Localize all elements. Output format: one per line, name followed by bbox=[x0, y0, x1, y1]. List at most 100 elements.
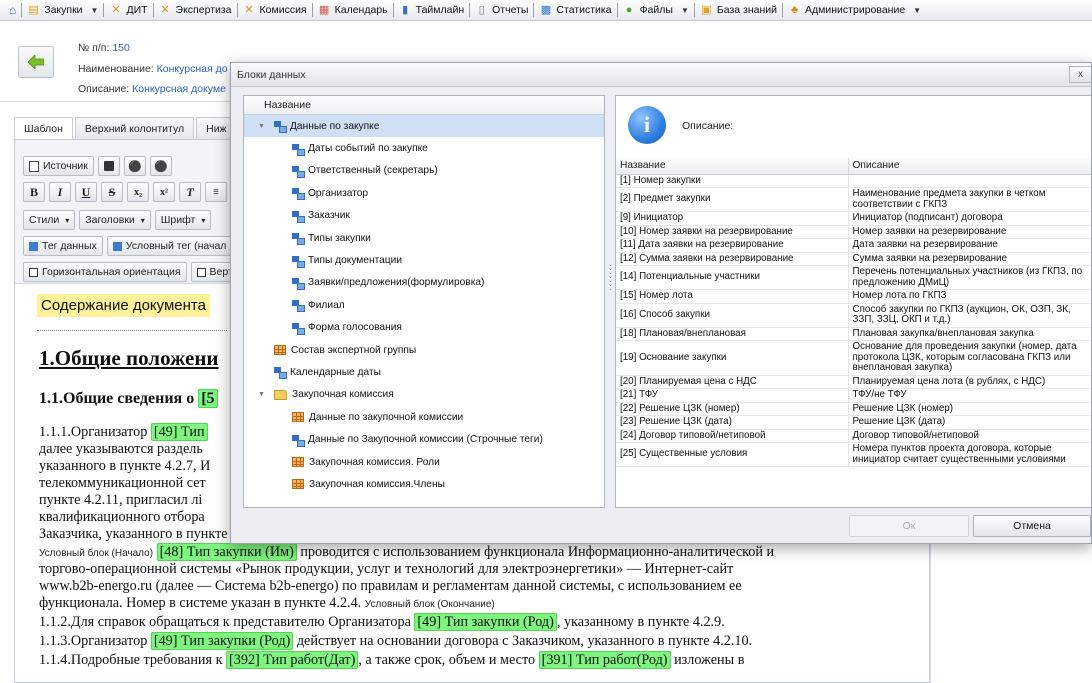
tree-node[interactable]: Закупочная комиссия.Члены bbox=[244, 473, 604, 495]
table-row[interactable]: [1] Номер закупки bbox=[616, 174, 1091, 188]
menu-item[interactable]: ▣ База знаний bbox=[695, 0, 782, 21]
data-tag[interactable]: [5 bbox=[198, 389, 218, 408]
menu-item[interactable]: ✕ Экспертиза bbox=[154, 0, 237, 21]
clear-format-button[interactable]: T bbox=[179, 182, 201, 202]
bold-button[interactable]: B bbox=[23, 182, 45, 202]
data-tag[interactable]: [49] Тип bbox=[150, 423, 208, 441]
table-row[interactable]: [14] Потенциальные участники Перечень пот… bbox=[616, 265, 1091, 290]
cancel-button[interactable]: Отмена bbox=[973, 515, 1091, 537]
tab-template[interactable]: Шаблон bbox=[14, 117, 73, 140]
close-button[interactable]: x bbox=[1069, 66, 1091, 83]
strike-button[interactable]: S bbox=[101, 182, 123, 202]
panel-splitter[interactable]: · · · · · · · bbox=[609, 261, 612, 303]
tree-column-header[interactable]: Название bbox=[244, 96, 604, 115]
menu-item[interactable]: ▯ Отчеты bbox=[470, 0, 533, 21]
tree-node[interactable]: Ответственный (секретарь) bbox=[244, 160, 604, 182]
remove-tag-button[interactable]: ⚫ bbox=[149, 156, 172, 176]
tree-node[interactable]: Типы закупки bbox=[244, 227, 604, 249]
table-row[interactable]: [10] Номер заявки на резервирование Номер… bbox=[616, 225, 1091, 239]
tag-icon bbox=[274, 121, 287, 134]
table-row[interactable]: [2] Предмет закупки Наименование предмета… bbox=[616, 187, 1091, 212]
back-button[interactable] bbox=[18, 46, 54, 78]
doc-banner: Содержание документа bbox=[37, 294, 210, 317]
data-tag[interactable]: [49] Тип закупки (Род) bbox=[150, 632, 294, 650]
tree-node[interactable]: ▼ Закупочная комиссия bbox=[244, 384, 604, 406]
tree-node-label: Заказчик bbox=[308, 210, 350, 222]
tree-node[interactable]: Календарные даты bbox=[244, 361, 604, 383]
table-row[interactable]: [24] Договор типовой/нетиповой Договор ти… bbox=[616, 429, 1091, 443]
expand-arrow-icon[interactable]: ▼ bbox=[258, 123, 265, 130]
tree-node[interactable]: Данные по закупочной комиссии bbox=[244, 406, 604, 428]
tree-node[interactable]: Организатор bbox=[244, 182, 604, 204]
source-button[interactable]: Источник bbox=[23, 156, 94, 176]
table-row[interactable]: [15] Номер лота Номер лота по ГКПЗ bbox=[616, 289, 1091, 304]
expand-arrow-icon[interactable]: ▼ bbox=[258, 391, 265, 398]
conditional-tag-button[interactable]: Условный тег (начал bbox=[106, 236, 233, 256]
superscript-button[interactable]: x² bbox=[153, 182, 175, 202]
table-row[interactable]: [23] Решение ЦЗК (дата) Решение ЦЗК (дата… bbox=[616, 415, 1091, 430]
tree-node-label: Форма голосования bbox=[308, 322, 402, 334]
menu-item[interactable]: ♣ Администрирование ▼ bbox=[783, 0, 926, 21]
horizontal-orientation-button[interactable]: Горизонтальная ориентация bbox=[23, 262, 187, 282]
tree-node[interactable]: Даты событий по закупке bbox=[244, 137, 604, 159]
tree-node-label: Данные по закупке bbox=[290, 120, 380, 132]
table-row[interactable]: [25] Существенные условия Номера пунктов … bbox=[616, 442, 1091, 467]
dialog-title-bar[interactable]: Блоки данных x bbox=[231, 63, 1091, 87]
home-icon[interactable]: ⌂ bbox=[4, 0, 21, 21]
menu-item[interactable]: ▮ Таймлайн bbox=[394, 0, 470, 21]
column-header-name[interactable]: Название bbox=[616, 158, 849, 175]
table-row[interactable]: [9] Инициатор Инициатор (подписант) догов… bbox=[616, 211, 1091, 226]
tree-node[interactable]: Форма голосования bbox=[244, 317, 604, 339]
styles-dropdown[interactable]: Стили ▾ bbox=[23, 210, 76, 230]
table-row[interactable]: [16] Способ закупки Способ закупки по ГКП… bbox=[616, 303, 1091, 328]
tab-header[interactable]: Верхний колонтитул bbox=[74, 117, 195, 139]
tree-node[interactable]: Заявки/предложения(формулировка) bbox=[244, 272, 604, 294]
font-dropdown[interactable]: Шрифт ▾ bbox=[154, 210, 212, 230]
cell-name: [1] Номер закупки bbox=[616, 174, 849, 188]
menu-item[interactable]: ✕ Комиссия bbox=[238, 0, 312, 21]
tree-node[interactable]: ▼ Данные по закупке bbox=[244, 115, 604, 138]
table-row[interactable]: [20] Планируемая цена с НДС Планируемая ц… bbox=[616, 375, 1091, 389]
menu-item-label: Таймлайн bbox=[415, 4, 465, 16]
tree-node-label: Даты событий по закупке bbox=[308, 143, 428, 155]
tree-node[interactable]: Типы документации bbox=[244, 249, 604, 271]
tree-node[interactable]: Состав экспертной группы bbox=[244, 339, 604, 361]
tag-icon bbox=[274, 367, 287, 380]
data-tag-button[interactable]: Тег данных bbox=[23, 236, 103, 256]
data-tag[interactable]: [48] Тип закупки (Им) bbox=[156, 543, 297, 561]
ok-button[interactable]: Ок bbox=[849, 515, 969, 537]
headings-dropdown[interactable]: Заголовки ▾ bbox=[79, 210, 151, 230]
cell-name: [10] Номер заявки на резервирование bbox=[616, 225, 849, 239]
underline-button[interactable]: U bbox=[75, 182, 97, 202]
data-tag[interactable]: [392] Тип работ(Дат) bbox=[226, 651, 359, 669]
table-row[interactable]: [22] Решение ЦЗК (номер) Решение ЦЗК (ном… bbox=[616, 402, 1091, 416]
menu-item[interactable]: ▦ Календарь bbox=[313, 0, 393, 21]
table-row[interactable]: [18] Плановая/внеплановая Плановая закупк… bbox=[616, 327, 1091, 341]
tree-node[interactable]: Филиал bbox=[244, 294, 604, 316]
menu-item[interactable]: ✕ ДИТ bbox=[104, 0, 152, 21]
tree-node[interactable]: Данные по Закупочной комиссии (Строчные … bbox=[244, 428, 604, 450]
arrow-left-icon bbox=[28, 55, 44, 69]
tag-icon bbox=[112, 241, 122, 251]
menu-item[interactable]: ▩ Статистика bbox=[534, 0, 616, 21]
column-header-description[interactable]: Описание bbox=[848, 158, 1091, 175]
add-tag-button[interactable]: ⚫ bbox=[123, 156, 146, 176]
table-row[interactable]: [12] Сумма заявки на резервирование Сумма… bbox=[616, 252, 1091, 266]
italic-button[interactable]: I bbox=[49, 182, 71, 202]
table-row[interactable]: [19] Основание закупки Основание для пров… bbox=[616, 340, 1091, 376]
table-row[interactable]: [21] ТФУ ТФУ/не ТФУ bbox=[616, 388, 1091, 403]
data-tag[interactable]: [49] Тип закупки (Род) bbox=[414, 613, 557, 631]
menu-item[interactable]: ▤ Закупки ▼ bbox=[22, 0, 103, 21]
doc-heading-1: 1.Общие положени bbox=[39, 346, 219, 370]
save-button[interactable] bbox=[97, 156, 120, 176]
record-number-value: 150 bbox=[112, 42, 130, 54]
table-row[interactable]: [11] Дата заявки на резервирование Дата з… bbox=[616, 238, 1091, 253]
cell-name: [15] Номер лота bbox=[616, 289, 849, 304]
menu-item[interactable]: ● Файлы ▼ bbox=[618, 0, 694, 21]
cell-description: Основание для проведения закупки (номер,… bbox=[848, 340, 1091, 376]
data-tag[interactable]: [391] Тип работ(Род) bbox=[538, 651, 671, 669]
numbered-list-button[interactable]: ≡ bbox=[205, 182, 227, 202]
tree-node[interactable]: Заказчик bbox=[244, 205, 604, 227]
tree-node[interactable]: Закупочная комиссия. Роли bbox=[244, 451, 604, 473]
subscript-button[interactable]: x₂ bbox=[127, 182, 149, 202]
